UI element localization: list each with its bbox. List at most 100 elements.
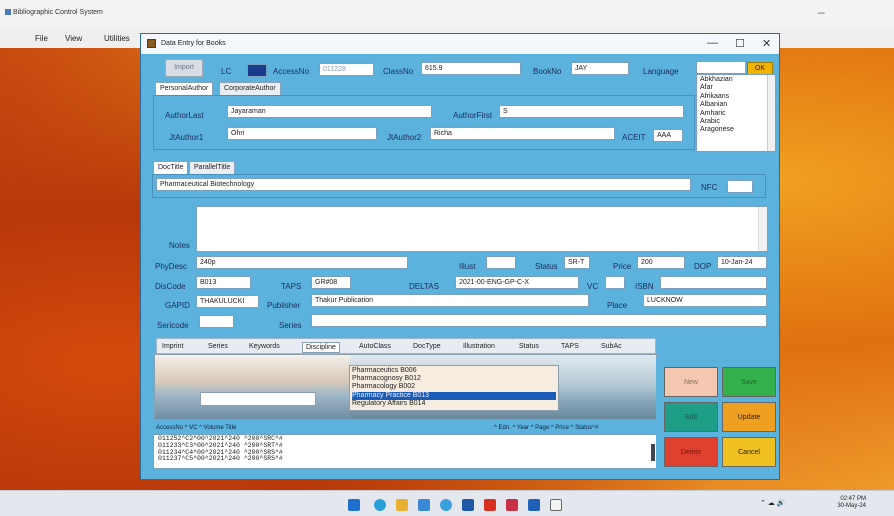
pdf-icon[interactable] — [484, 499, 496, 511]
list-item[interactable]: Arabic — [700, 118, 772, 126]
browser-icon[interactable] — [440, 499, 452, 511]
sericode-field[interactable] — [199, 315, 234, 328]
list-item[interactable]: Afar — [700, 84, 772, 92]
discipline-list[interactable]: Pharmaceutics B006 Pharmacognosy B012 Ph… — [349, 365, 559, 411]
tab-doctype[interactable]: DocType — [413, 343, 441, 350]
app-icon[interactable] — [506, 499, 518, 511]
gapid-field[interactable]: THAKULUCKI — [196, 295, 259, 308]
classno-field[interactable]: 615.9 — [421, 62, 521, 75]
discode-field[interactable]: B013 — [196, 276, 251, 289]
lc-field[interactable] — [247, 64, 267, 77]
volume-grid[interactable]: 011252^C2^00^2021^240 ^200^SRC^# 011233^… — [153, 434, 658, 469]
tab-status[interactable]: Status — [519, 343, 539, 350]
jtauthor2-field[interactable]: Richa — [430, 127, 615, 140]
illust-field[interactable] — [486, 256, 516, 269]
tab-subac[interactable]: SubAc — [601, 343, 622, 350]
new-button[interactable]: New — [664, 367, 718, 397]
edge-icon[interactable] — [374, 499, 386, 511]
tab-parallel-title[interactable]: ParallelTitle — [189, 161, 236, 174]
grid-scrollbar[interactable] — [651, 444, 655, 461]
menu-file[interactable]: File — [35, 34, 48, 43]
authorlast-field[interactable]: Jayaraman — [227, 105, 432, 118]
language-list[interactable]: Abkhazian Afar Afrikaans Albanian Amhari… — [696, 74, 776, 152]
window-icon[interactable] — [550, 499, 562, 511]
tab-series[interactable]: Series — [208, 343, 228, 350]
edit-button[interactable]: Edit — [664, 402, 718, 432]
list-item[interactable]: Amharic — [700, 110, 772, 118]
list-item[interactable]: Pharmacology B002 — [352, 383, 556, 391]
doctitle-field[interactable]: Pharmaceutical Biotechnology — [156, 178, 691, 191]
file-explorer-icon[interactable] — [396, 499, 408, 511]
taskbar: ⌃ ☁ 🔊 02:47 PM 30-May-24 — [0, 490, 894, 516]
clock[interactable]: 02:47 PM 30-May-24 — [828, 496, 866, 510]
list-item[interactable]: Regulatory Affairs B014 — [352, 400, 556, 408]
aceit-field[interactable]: AAA — [653, 129, 683, 142]
bookno-field[interactable]: JAY — [571, 62, 629, 75]
update-button[interactable]: Update — [722, 402, 776, 432]
tab-discipline[interactable]: Discipline — [302, 342, 340, 353]
dialog-titlebar: Data Entry for Books — ☐ ✕ — [141, 34, 779, 54]
publisher-field[interactable]: Thakur Publication — [311, 294, 589, 307]
list-item[interactable]: Albanian — [700, 101, 772, 109]
deltas-field[interactable]: 2021-00-ENG-GP-C-X — [455, 276, 579, 289]
tab-personal-author[interactable]: PersonalAuthor — [155, 82, 214, 95]
list-item[interactable]: Afrikaans — [700, 93, 772, 101]
outlook-icon[interactable] — [462, 499, 474, 511]
delete-button[interactable]: Delete — [664, 437, 718, 467]
aceit-label: ACEIT — [622, 133, 646, 142]
cancel-button[interactable]: Cancel — [722, 437, 776, 467]
phydesc-field[interactable]: 240p — [196, 256, 408, 269]
tab-imprint[interactable]: Imprint — [162, 343, 183, 350]
notes-textarea[interactable] — [196, 206, 768, 252]
app-minimize-button[interactable]: – — [818, 5, 825, 19]
list-item[interactable]: Pharmaceutics B006 — [352, 367, 556, 375]
discipline-search-input[interactable] — [200, 392, 316, 406]
store-icon[interactable] — [418, 499, 430, 511]
accessno-field[interactable]: 011228 — [319, 63, 374, 76]
lc-label: LC — [221, 67, 232, 76]
background-image — [155, 355, 350, 419]
dop-label: DOP — [694, 262, 712, 271]
data-entry-dialog: Data Entry for Books — ☐ ✕ Import LC Acc… — [140, 33, 780, 480]
tab-corporate-author[interactable]: CorporateAuthor — [219, 82, 281, 95]
maximize-button[interactable]: ☐ — [735, 37, 745, 50]
taps-field[interactable]: GR#08 — [311, 276, 351, 289]
tab-illustration[interactable]: Illustration — [463, 343, 495, 350]
action-panel: New Save Edit Update Delete Cancel — [656, 357, 778, 469]
language-label: Language — [643, 67, 679, 76]
language-scrollbar[interactable] — [767, 75, 775, 151]
series-label: Series — [279, 321, 302, 330]
save-button[interactable]: Save — [722, 367, 776, 397]
vc-field[interactable] — [605, 276, 625, 289]
list-item[interactable]: Abkhazian — [700, 76, 772, 84]
minimize-button[interactable]: — — [707, 37, 718, 49]
system-tray[interactable]: ⌃ ☁ 🔊 — [760, 499, 785, 507]
price-field[interactable]: 200 — [637, 256, 685, 269]
jtauthor1-field[interactable]: Ohri — [227, 127, 377, 140]
tab-keywords[interactable]: Keywords — [249, 343, 280, 350]
isbn-field[interactable] — [660, 276, 767, 289]
series-field[interactable] — [311, 314, 767, 327]
nfc-field[interactable] — [727, 180, 753, 193]
place-field[interactable]: LUCKNOW — [643, 294, 767, 307]
dop-field[interactable]: 10-Jan-24 — [717, 256, 767, 269]
close-button[interactable]: ✕ — [762, 37, 771, 50]
menu-utilities[interactable]: Utilities — [104, 34, 130, 43]
tab-autoclass[interactable]: AutoClass — [359, 343, 391, 350]
place-label: Place — [607, 301, 628, 310]
table-row[interactable]: 011237^C5^00^2021^240 ^200^SRS^# — [158, 456, 653, 463]
windows-start-icon[interactable] — [348, 499, 360, 511]
list-item-selected[interactable]: Pharmacy Practice B013 — [352, 391, 556, 400]
list-item[interactable]: Pharmacognosy B012 — [352, 375, 556, 383]
sericode-label: Sericode — [157, 321, 189, 330]
word-icon[interactable] — [528, 499, 540, 511]
status-field[interactable]: SR-T — [564, 256, 590, 269]
import-button[interactable]: Import — [165, 59, 203, 77]
language-input[interactable] — [696, 61, 746, 74]
authorfirst-field[interactable]: S — [499, 105, 684, 118]
list-item[interactable]: Aragonese — [700, 126, 772, 134]
menu-view[interactable]: View — [65, 34, 82, 43]
tab-taps[interactable]: TAPS — [561, 343, 579, 350]
tab-doctitle[interactable]: DocTitle — [153, 161, 189, 174]
notes-scrollbar[interactable] — [758, 207, 767, 251]
